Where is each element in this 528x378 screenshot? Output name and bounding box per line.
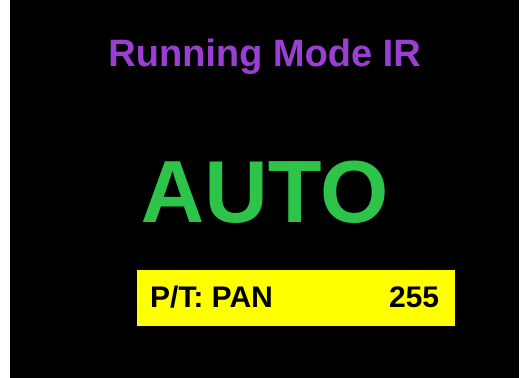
display-screen: Running Mode IR AUTO P/T: PAN 255 — [10, 0, 519, 378]
status-bar: P/T: PAN 255 — [137, 270, 455, 326]
mode-title: Running Mode IR — [108, 33, 421, 75]
running-mode-value: AUTO — [140, 142, 389, 241]
status-label: P/T: PAN — [150, 281, 273, 314]
status-value: 255 — [388, 281, 439, 314]
